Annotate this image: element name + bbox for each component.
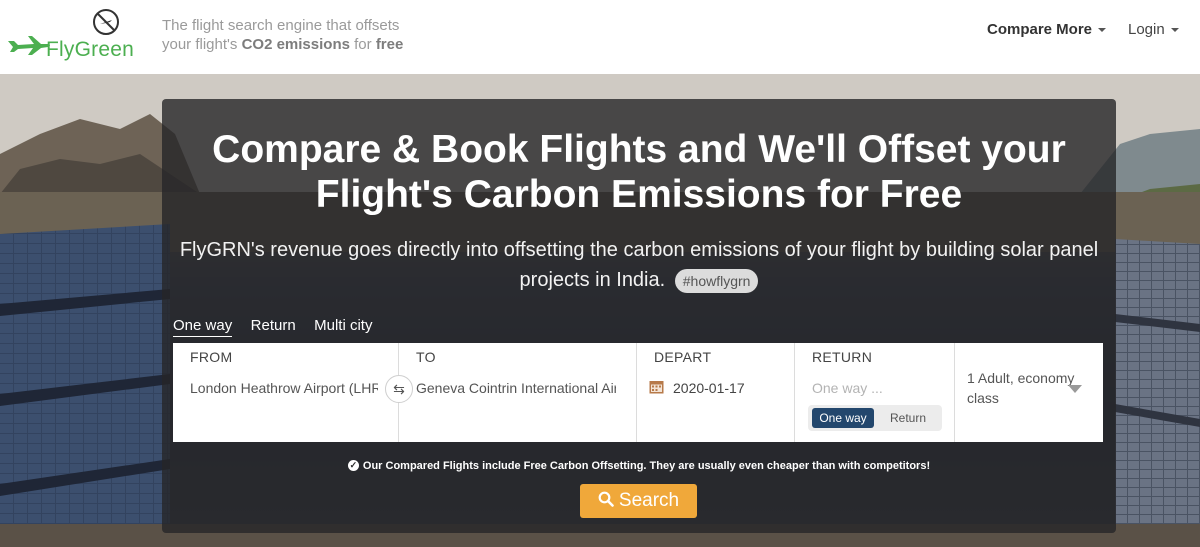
compare-more-dropdown[interactable]: Compare More [987, 21, 1107, 38]
compare-more-label: Compare More [987, 21, 1093, 38]
passengers-field[interactable]: 1 Adult, economy class [955, 343, 1103, 442]
return-field[interactable]: RETURN One way ... One way Return [795, 343, 955, 442]
tagline-line1: The flight search engine that offsets [162, 17, 400, 34]
tab-return[interactable]: Return [251, 317, 296, 336]
swap-airports-button[interactable]: ⇆ [385, 375, 413, 403]
logo-text: FlyGreen [46, 38, 134, 61]
from-field[interactable]: FROM London Heathrow Airport (LHR) [173, 343, 399, 442]
caret-down-icon [1098, 28, 1107, 33]
offset-notice: ✓ Our Compared Flights include Free Carbo… [162, 459, 1116, 472]
tagline-middle: for [349, 36, 376, 53]
depart-label: DEPART [654, 349, 712, 365]
tagline: The flight search engine that offsets yo… [162, 16, 422, 54]
tab-one-way[interactable]: One way [173, 317, 233, 337]
tagline-line2: your flight's CO2 emissions for free [162, 35, 422, 54]
search-icon [598, 492, 614, 508]
chevron-down-icon [1068, 385, 1082, 393]
from-input[interactable]: London Heathrow Airport (LHR) [190, 380, 378, 396]
tagline-prefix: your flight's [162, 36, 242, 53]
toggle-one-way-button[interactable]: One way [812, 408, 874, 428]
hero-headline: Compare & Book Flights and We'll Offset … [162, 127, 1116, 217]
check-circle-icon: ✓ [347, 459, 359, 471]
headline-line1: Compare & Book Flights and We'll Offset … [212, 128, 1066, 171]
caret-down-icon [1170, 28, 1179, 33]
depart-date-input[interactable]: 2020-01-17 [673, 380, 745, 396]
to-input[interactable]: Geneva Cointrin International Airport [416, 380, 616, 396]
return-date-input[interactable]: One way ... [812, 380, 883, 396]
tagline-co2: CO2 emissions [241, 36, 350, 53]
from-label: FROM [190, 349, 233, 365]
tagline-free: free [375, 36, 404, 53]
depart-field[interactable]: DEPART 2020-01-17 [637, 343, 795, 442]
login-label: Login [1128, 21, 1165, 38]
site-header: FlyGreen The flight search engine that o… [0, 0, 1200, 74]
headline-line2: Flight's Carbon Emissions for Free [315, 173, 963, 216]
howflygrn-badge[interactable]: #howflygrn [674, 268, 759, 293]
trip-type-tabs: One way Return Multi city [173, 317, 386, 337]
trip-toggle: One way Return [808, 405, 942, 431]
to-label: TO [416, 349, 436, 365]
to-field[interactable]: TO Geneva Cointrin International Airport [399, 343, 637, 442]
swap-arrows-icon: ⇆ [393, 381, 405, 397]
flight-search-form: FROM London Heathrow Airport (LHR) ⇆ TO … [173, 343, 1103, 442]
search-panel: Compare & Book Flights and We'll Offset … [162, 99, 1116, 533]
subline-line1: FlyGRN's revenue goes directly into offs… [179, 239, 1099, 261]
subline-line2-text: projects in India. [519, 269, 666, 291]
subline-line2: projects in India. #howflygrn [162, 265, 1116, 295]
notice-text: Our Compared Flights include Free Carbon… [362, 460, 931, 472]
logo[interactable]: FlyGreen [6, 8, 136, 64]
hero-subline: FlyGRN's revenue goes directly into offs… [162, 235, 1116, 295]
return-label: RETURN [812, 349, 873, 365]
login-dropdown[interactable]: Login [1128, 21, 1179, 38]
search-button[interactable]: Search [580, 484, 697, 518]
calendar-icon [649, 381, 664, 394]
tab-multi-city[interactable]: Multi city [314, 317, 372, 336]
toggle-return-button[interactable]: Return [878, 408, 938, 428]
search-label: Search [618, 490, 680, 511]
